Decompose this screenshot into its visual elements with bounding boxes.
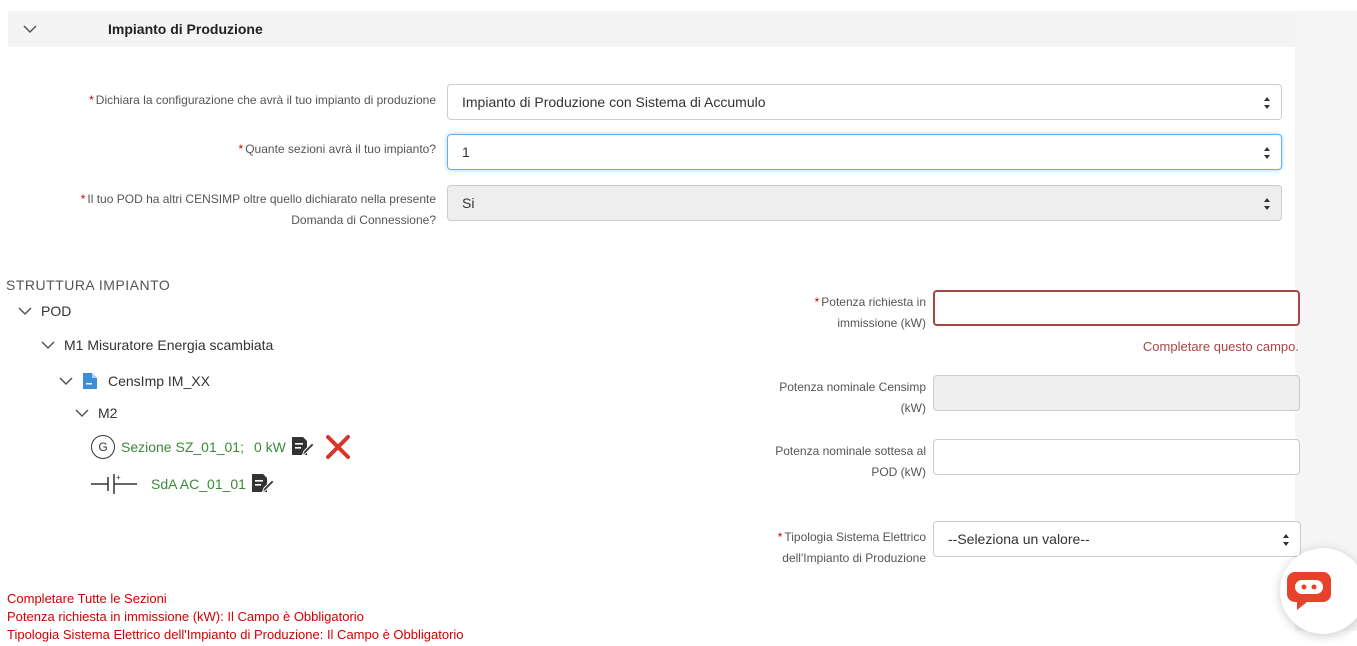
tipologia-select[interactable]: --Seleziona un valore-- xyxy=(933,521,1301,557)
chevron-down-icon[interactable] xyxy=(40,338,56,352)
edit-document-icon[interactable] xyxy=(250,472,274,496)
chevron-down-icon[interactable] xyxy=(58,374,74,388)
sezioni-label: *1Quante sezioni avrà il tuo impianto? xyxy=(238,142,436,156)
section-title: Impianto di Produzione xyxy=(108,21,263,37)
validation-message: Potenza richiesta in immissione (kW): Il… xyxy=(7,609,364,624)
censimp-label: * Il tuo POD ha altri CENSIMP oltre quell… xyxy=(80,192,436,227)
configurazione-select[interactable]: Impianto di Produzione con Sistema di Ac… xyxy=(447,84,1282,120)
sda-link[interactable]: SdA AC_01_01 xyxy=(151,476,246,492)
svg-text:+: + xyxy=(116,473,121,482)
chevron-down-icon[interactable] xyxy=(17,304,33,318)
generator-icon: G xyxy=(91,435,115,459)
potenza-richiesta-error: Completare questo campo. xyxy=(1142,339,1299,354)
tree-node-pod[interactable]: POD xyxy=(17,303,71,319)
chat-icon xyxy=(1287,572,1331,610)
validation-messages: Completare Tutte le Sezioni Potenza rich… xyxy=(7,590,464,644)
select-arrows-icon xyxy=(1264,147,1270,159)
potenza-pod-label: Potenza nominale sottesa al POD (kW) xyxy=(775,444,926,479)
right-scroll-area xyxy=(1295,11,1357,631)
delete-icon[interactable] xyxy=(324,433,352,461)
document-icon xyxy=(83,373,97,389)
chat-button[interactable] xyxy=(1280,548,1357,634)
tree-node-censimp[interactable]: CensImp IM_XX xyxy=(58,372,210,390)
potenza-censimp-label: Potenza nominale Censimp (kW) xyxy=(779,380,926,415)
edit-document-icon[interactable] xyxy=(290,435,314,459)
potenza-censimp-input[interactable] xyxy=(933,375,1300,411)
select-arrows-icon xyxy=(1264,97,1270,109)
battery-symbol-icon: + xyxy=(91,473,137,494)
select-arrows-icon xyxy=(1283,534,1289,546)
tree-node-sezione[interactable]: G Sezione SZ_01_01; 0 kW xyxy=(91,433,352,461)
tipologia-label: * Tipologia Sistema Elettrico dell'Impian… xyxy=(777,530,926,565)
chevron-down-icon[interactable] xyxy=(22,21,38,37)
select-arrows-icon xyxy=(1264,198,1270,210)
sezione-link[interactable]: Sezione SZ_01_01; xyxy=(121,439,244,455)
censimp-select[interactable]: Si xyxy=(447,185,1282,221)
tree-title: STRUTTURA IMPIANTO xyxy=(6,277,171,293)
sezioni-select[interactable]: 1 xyxy=(447,134,1282,170)
section-header[interactable]: Impianto di Produzione xyxy=(8,11,1295,47)
potenza-richiesta-label: * Potenza richiesta in immissione (kW) xyxy=(814,295,926,330)
sezione-power: 0 kW xyxy=(253,439,286,455)
tree-node-sda[interactable]: + SdA AC_01_01 xyxy=(91,472,274,496)
tree-node-m1[interactable]: M1 Misuratore Energia scambiata xyxy=(40,337,273,353)
validation-message: Tipologia Sistema Elettrico dell'Impiant… xyxy=(7,627,464,642)
potenza-richiesta-input[interactable] xyxy=(933,290,1300,326)
potenza-pod-input[interactable] xyxy=(933,439,1300,475)
configurazione-label: * Dichiara la configurazione che avrà il … xyxy=(89,93,436,107)
tree-node-m2[interactable]: M2 xyxy=(74,405,117,421)
chevron-down-icon[interactable] xyxy=(74,406,90,420)
validation-message: Completare Tutte le Sezioni xyxy=(7,591,167,606)
